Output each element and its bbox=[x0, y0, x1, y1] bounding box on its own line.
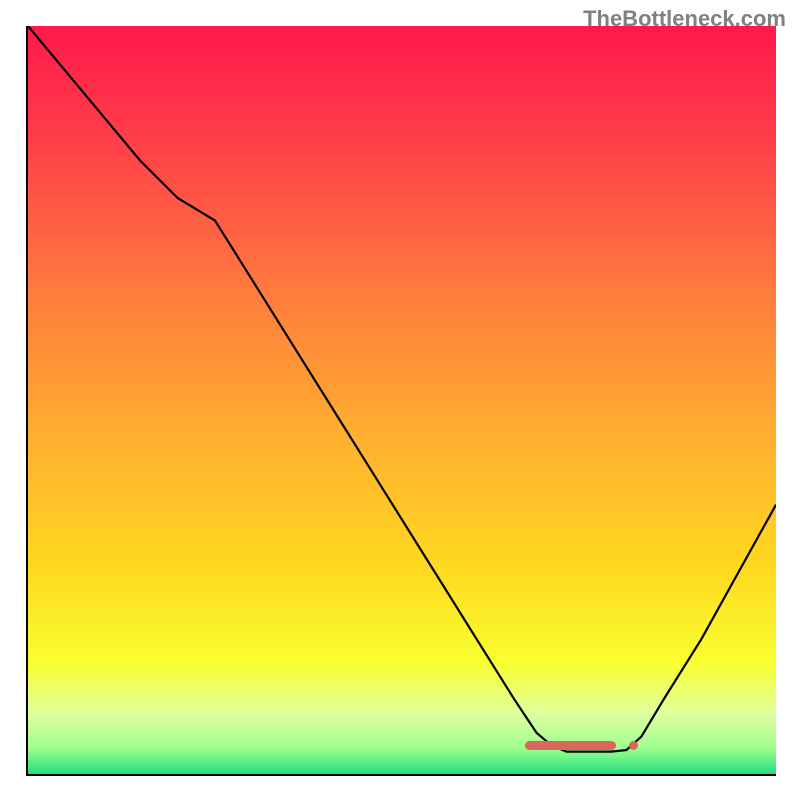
plot-area bbox=[26, 26, 776, 776]
chart-container: TheBottleneck.com bbox=[0, 0, 800, 800]
optimal-range-marker bbox=[525, 741, 616, 750]
watermark-label: TheBottleneck.com bbox=[583, 6, 786, 32]
bottleneck-curve bbox=[28, 26, 776, 774]
